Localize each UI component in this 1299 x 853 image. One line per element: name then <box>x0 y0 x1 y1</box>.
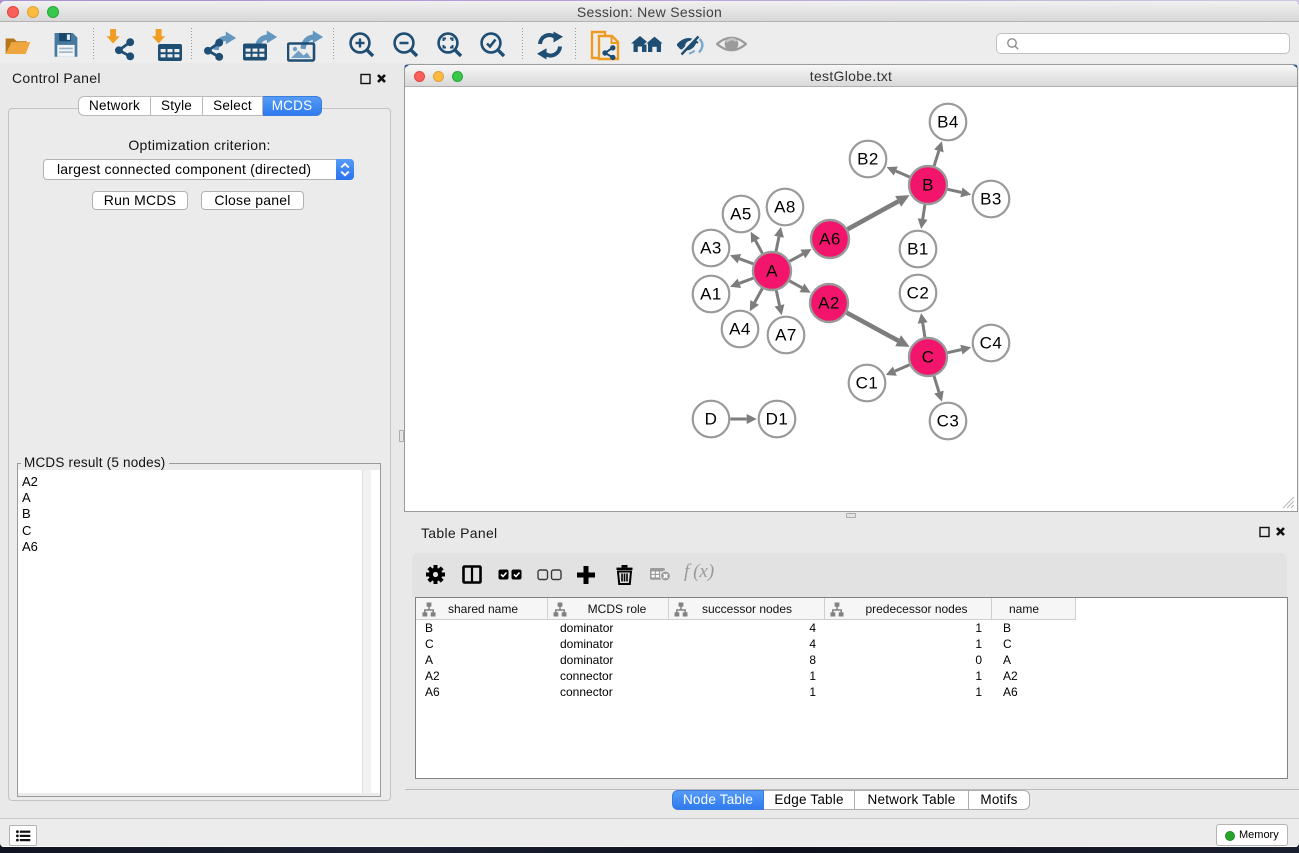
svg-text:D1: D1 <box>766 410 789 429</box>
svg-text:C2: C2 <box>907 284 930 303</box>
svg-text:A1: A1 <box>700 285 722 304</box>
svg-text:A7: A7 <box>775 326 797 345</box>
svg-text:C1: C1 <box>856 374 879 393</box>
svg-text:A4: A4 <box>729 320 751 339</box>
svg-text:A6: A6 <box>819 230 841 249</box>
svg-text:C4: C4 <box>980 334 1003 353</box>
svg-text:A3: A3 <box>700 239 722 258</box>
svg-text:A5: A5 <box>730 205 752 224</box>
svg-text:B3: B3 <box>980 190 1002 209</box>
svg-text:C3: C3 <box>937 412 960 431</box>
svg-text:B: B <box>922 176 934 195</box>
svg-text:B2: B2 <box>857 150 879 169</box>
svg-text:D: D <box>705 410 718 429</box>
svg-text:A: A <box>766 262 778 281</box>
svg-text:A2: A2 <box>818 294 840 313</box>
svg-text:B1: B1 <box>907 240 929 259</box>
svg-text:C: C <box>922 348 935 367</box>
svg-text:A8: A8 <box>774 198 796 217</box>
svg-text:B4: B4 <box>937 113 959 132</box>
